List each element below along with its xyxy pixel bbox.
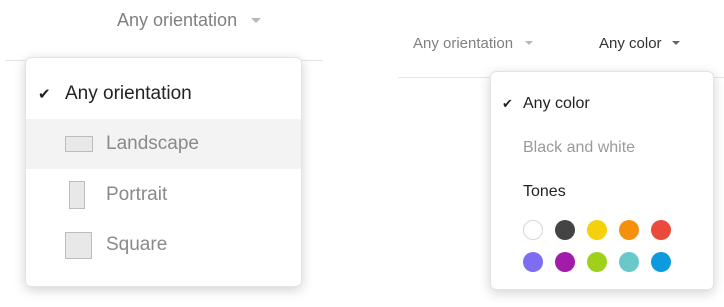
orientation-dropdown[interactable]: Any orientation xyxy=(413,33,534,53)
color-swatch-white[interactable] xyxy=(523,220,543,240)
caret-down-icon xyxy=(251,17,262,23)
portrait-icon xyxy=(69,181,85,209)
menu-item-any-orientation[interactable]: ✔ Any orientation xyxy=(26,69,301,119)
color-swatch-grid xyxy=(523,220,683,272)
orientation-dropdown[interactable]: Any orientation xyxy=(117,8,262,32)
menu-item-label: Landscape xyxy=(106,133,199,154)
color-swatch-teal[interactable] xyxy=(619,252,639,272)
menu-item-label: Any orientation xyxy=(65,83,192,104)
menu-item-label: Black and white xyxy=(523,139,636,156)
color-swatch-blue[interactable] xyxy=(651,252,671,272)
tones-heading: Tones xyxy=(491,180,713,204)
tones-heading-label: Tones xyxy=(523,183,566,200)
color-swatch-magenta[interactable] xyxy=(555,252,575,272)
landscape-icon xyxy=(65,136,93,152)
checkmark-icon: ✔ xyxy=(502,96,513,111)
color-swatch-yellow[interactable] xyxy=(587,220,607,240)
color-dropdown-label: Any color xyxy=(599,34,662,52)
checkmark-icon: ✔ xyxy=(38,86,51,103)
orientation-menu: ✔ Any orientation Landscape Portrait Squ… xyxy=(25,57,302,287)
color-dropdown[interactable]: Any color xyxy=(599,33,680,53)
orientation-dropdown-label: Any orientation xyxy=(117,9,238,30)
menu-item-label: Portrait xyxy=(106,184,168,205)
stage: Any orientation ✔ Any orientation Landsc… xyxy=(0,0,724,307)
orientation-dropdown-label: Any orientation xyxy=(413,34,514,52)
menu-item-square[interactable]: Square xyxy=(26,220,301,270)
color-swatch-purple[interactable] xyxy=(523,252,543,272)
color-swatch-orange[interactable] xyxy=(619,220,639,240)
color-menu: ✔ Any color Black and white Tones xyxy=(490,71,714,290)
menu-item-portrait[interactable]: Portrait xyxy=(26,170,301,220)
color-swatch-green[interactable] xyxy=(587,252,607,272)
color-swatch-black[interactable] xyxy=(555,220,575,240)
caret-down-icon xyxy=(671,41,680,45)
menu-item-any-color[interactable]: ✔ Any color xyxy=(491,92,713,116)
color-swatch-red[interactable] xyxy=(651,220,671,240)
menu-item-black-and-white[interactable]: Black and white xyxy=(491,136,713,160)
menu-item-label: Any color xyxy=(523,95,590,112)
square-icon xyxy=(65,231,92,259)
menu-item-landscape[interactable]: Landscape xyxy=(26,119,301,169)
menu-item-label: Square xyxy=(106,234,168,255)
caret-down-icon xyxy=(525,41,534,45)
